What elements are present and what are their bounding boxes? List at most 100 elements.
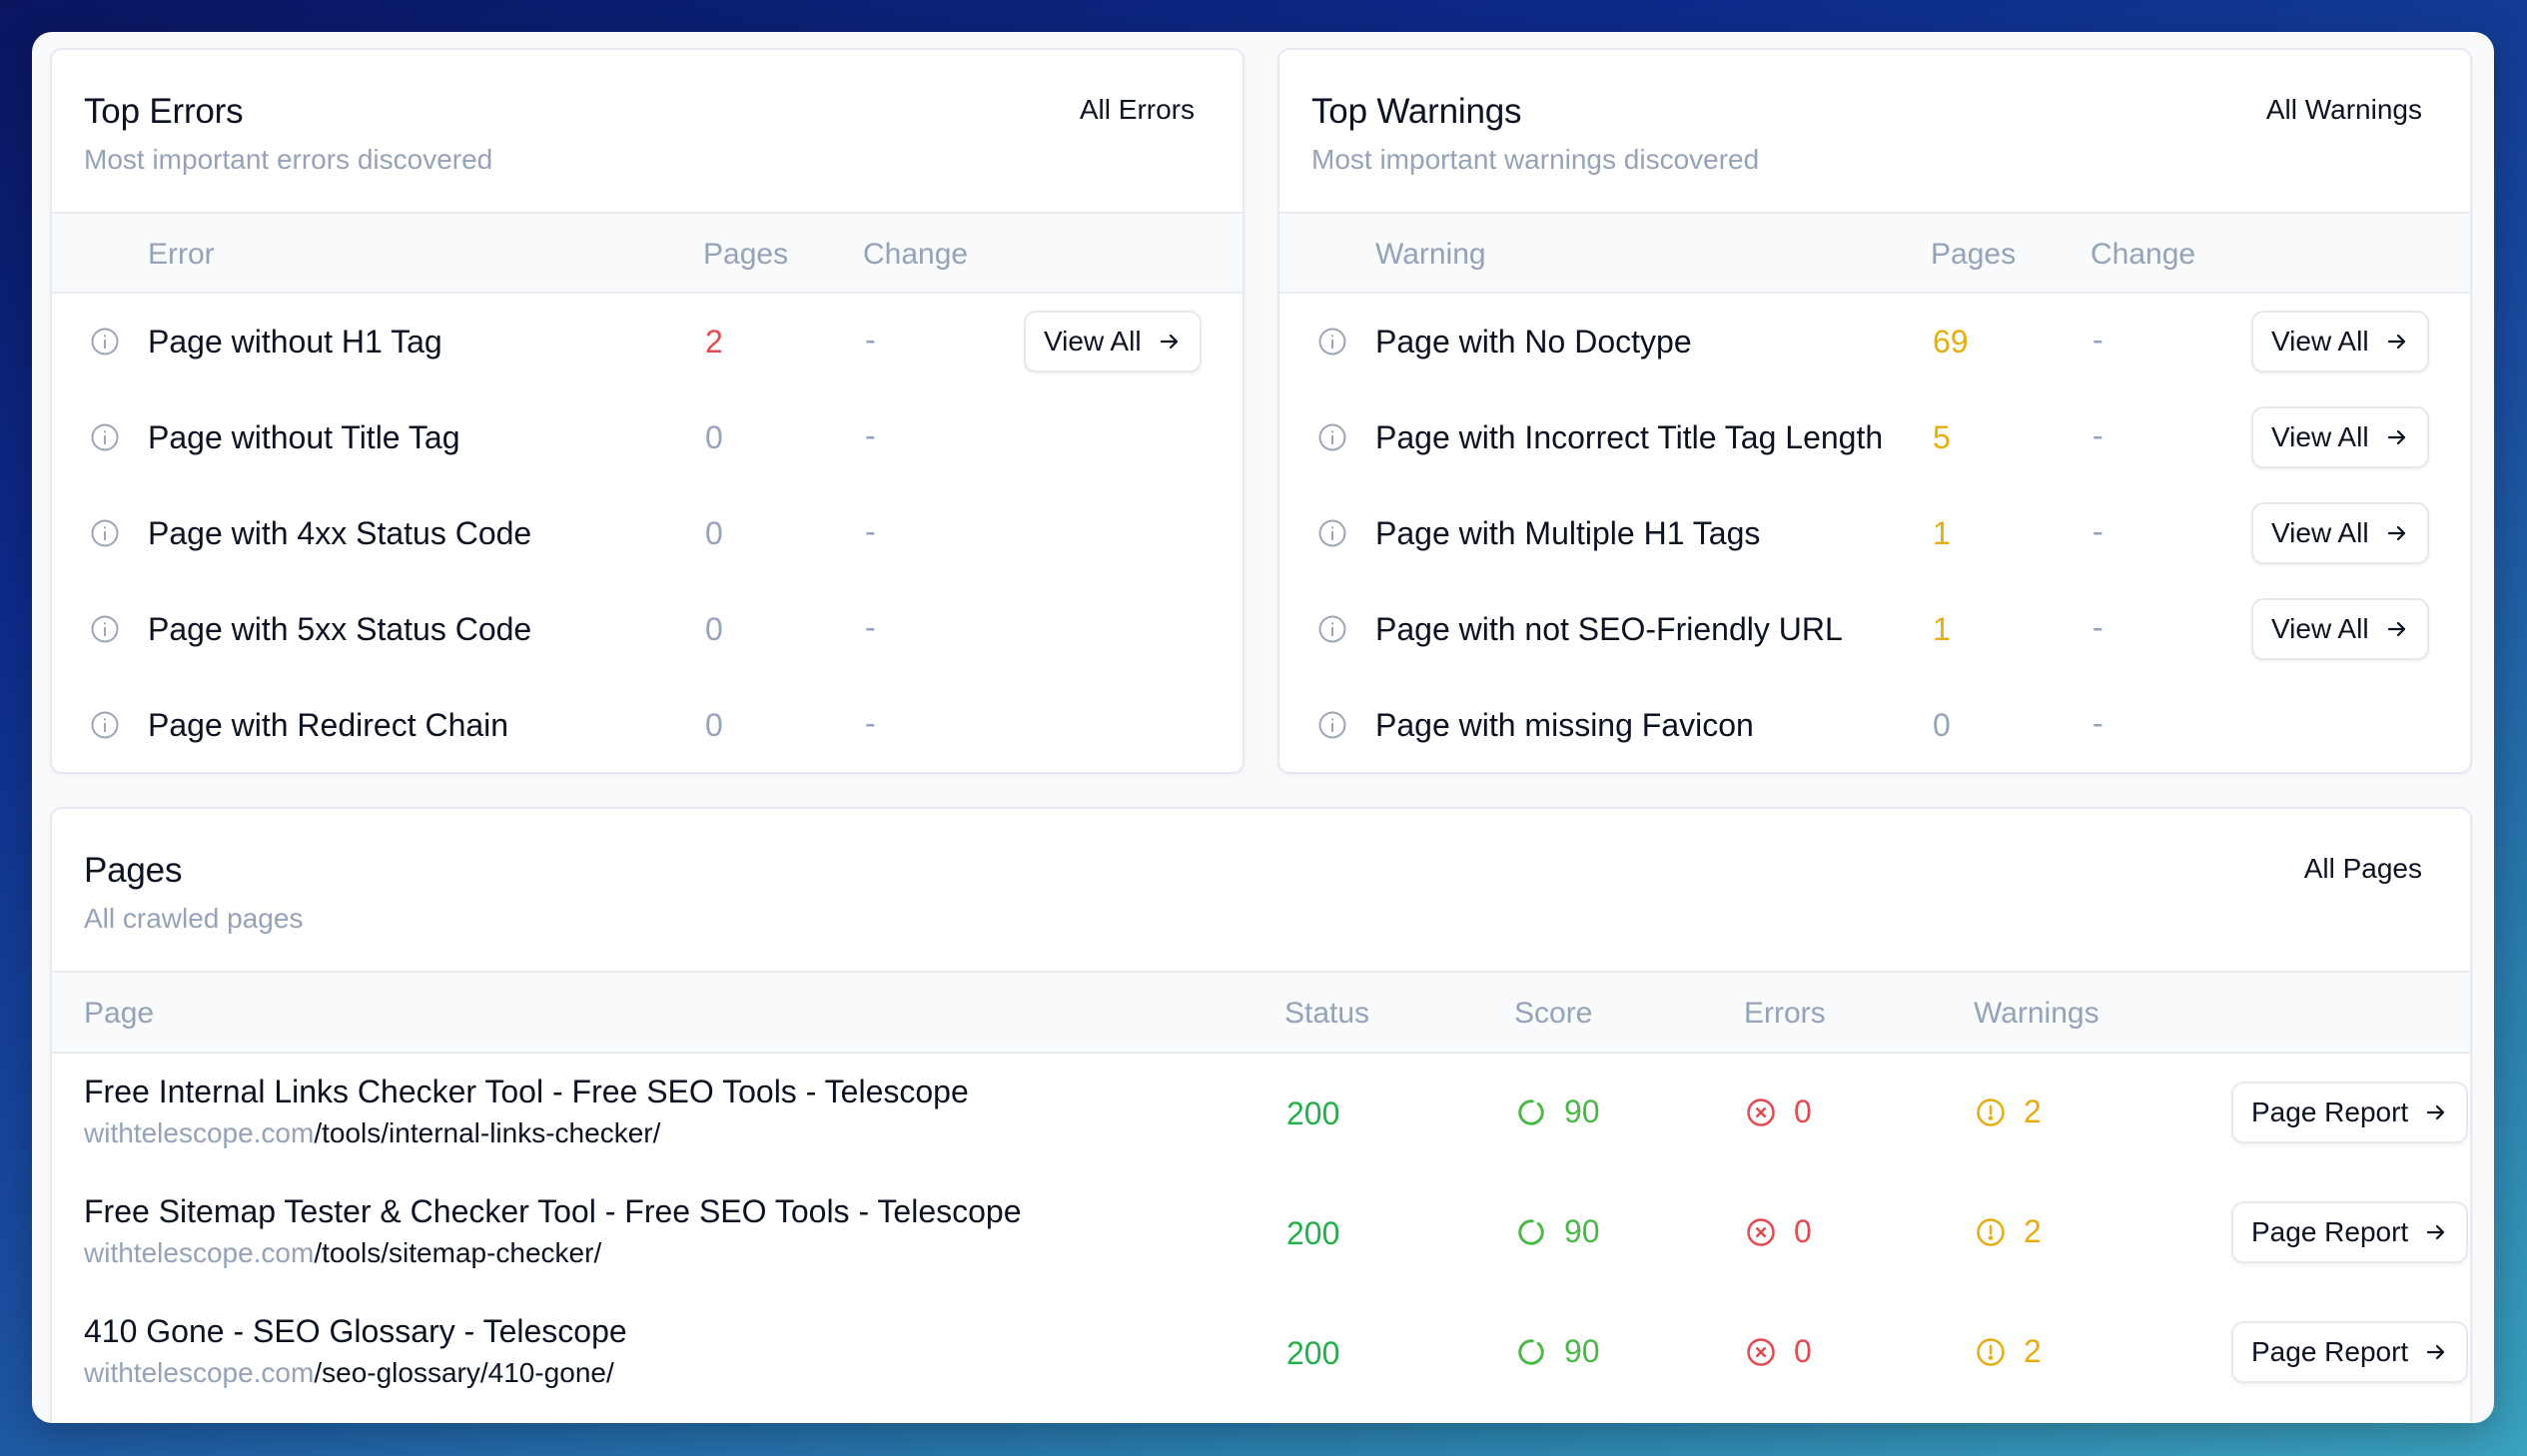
column-header-change: Change	[863, 238, 969, 271]
change-value: -	[865, 417, 876, 453]
issue-label: Page with Incorrect Title Tag Length	[1375, 419, 1884, 455]
pages-panel: Pages All crawled pages All Pages Page S…	[50, 807, 2472, 1423]
table-row: Page with missing Favicon 0 -	[1279, 677, 2470, 772]
x-circle-icon	[1746, 1217, 1776, 1247]
table-row: Page with Multiple H1 Tags 1 - View All	[1279, 485, 2470, 581]
errors-cell: 0	[1746, 1213, 1812, 1250]
errors-count: 0	[1794, 1213, 1812, 1249]
pages-count: 2	[705, 324, 723, 360]
column-header-pages: Pages	[703, 238, 789, 271]
page-report-button[interactable]: Page Report	[2231, 1321, 2469, 1383]
button-label: Page Report	[2251, 1216, 2409, 1247]
info-icon[interactable]	[90, 327, 120, 357]
table-row: Page without H1 Tag 2 - View All	[52, 294, 1243, 389]
panel-subtitle: Most important warnings discovered	[1311, 144, 1760, 175]
arrow-right-icon	[2424, 1340, 2448, 1364]
table-row: 410 Gone - SEO Glossary - Telescope witht…	[52, 1293, 2470, 1413]
info-icon[interactable]	[1317, 614, 1347, 644]
status-code: 200	[1286, 1095, 1340, 1131]
view-all-button[interactable]: View All	[1024, 311, 1202, 372]
change-value: -	[865, 513, 876, 549]
info-icon[interactable]	[90, 518, 120, 548]
panel-title: Pages	[84, 851, 183, 890]
pages-count: 0	[705, 707, 723, 743]
info-icon[interactable]	[1317, 327, 1347, 357]
issue-label: Page without H1 Tag	[148, 324, 442, 360]
all-warnings-link[interactable]: All Warnings	[2266, 94, 2422, 126]
page-title-link[interactable]: 410 Gone - SEO Glossary - Telescope	[84, 1313, 627, 1350]
panel-header: Top Errors Most important errors discove…	[52, 50, 1243, 212]
alert-circle-icon	[1976, 1097, 2006, 1127]
issue-label: Page without Title Tag	[148, 419, 460, 455]
change-value: -	[2093, 513, 2104, 549]
score-value: 90	[1564, 1213, 1600, 1249]
change-value: -	[2093, 609, 2104, 645]
table-header: Warning Pages Change	[1279, 212, 2470, 294]
status-code: 200	[1286, 1215, 1340, 1251]
page-url[interactable]: withtelescope.com/seo-glossary/410-gone/	[84, 1357, 614, 1389]
change-value: -	[2093, 417, 2104, 453]
table-row: Free Sitemap Tester & Checker Tool - Fre…	[52, 1173, 2470, 1293]
issue-label: Page with Multiple H1 Tags	[1375, 515, 1761, 551]
panel-subtitle: Most important errors discovered	[84, 144, 493, 175]
url-host: withtelescope.com	[84, 1357, 315, 1388]
url-path: /seo-glossary/410-gone/	[314, 1357, 614, 1388]
page-report-button[interactable]: Page Report	[2231, 1082, 2469, 1143]
change-value: -	[865, 322, 876, 358]
table-row: Page with 5xx Status Code 0 -	[52, 581, 1243, 677]
errors-count: 0	[1794, 1093, 1812, 1129]
issue-label: Page with No Doctype	[1375, 324, 1692, 360]
arrow-right-icon	[2385, 617, 2409, 641]
score-cell: 90	[1516, 1333, 1600, 1370]
view-all-button[interactable]: View All	[2251, 311, 2429, 372]
info-icon[interactable]	[1317, 710, 1347, 740]
all-pages-link[interactable]: All Pages	[2304, 853, 2422, 885]
dashboard-shell: Top Errors Most important errors discove…	[32, 32, 2494, 1423]
info-icon[interactable]	[90, 422, 120, 452]
url-path: /tools/internal-links-checker/	[314, 1117, 661, 1148]
pages-count: 69	[1933, 324, 1969, 360]
arrow-right-icon	[2385, 521, 2409, 545]
alert-circle-icon	[1976, 1217, 2006, 1247]
url-path: /tools/sitemap-checker/	[314, 1237, 602, 1268]
column-header-warning: Warning	[1375, 238, 1486, 271]
top-errors-panel: Top Errors Most important errors discove…	[50, 48, 1245, 774]
issue-label: Page with missing Favicon	[1375, 707, 1754, 743]
page-report-button[interactable]: Page Report	[2231, 1201, 2469, 1263]
pages-count: 1	[1933, 515, 1951, 551]
view-all-button[interactable]: View All	[2251, 406, 2429, 468]
warnings-count: 2	[2024, 1213, 2042, 1249]
panel-header: Top Warnings Most important warnings dis…	[1279, 50, 2470, 212]
column-header-warnings: Warnings	[1974, 997, 2100, 1030]
view-all-button[interactable]: View All	[2251, 502, 2429, 564]
warnings-list: Page with No Doctype 69- View All Page with…	[1279, 294, 2470, 772]
all-errors-link[interactable]: All Errors	[1080, 94, 1195, 126]
change-value: -	[865, 609, 876, 645]
warnings-count: 2	[2024, 1093, 2042, 1129]
view-all-button[interactable]: View All	[2251, 598, 2429, 660]
table-row: Page with not SEO-Friendly URL 1 - View All	[1279, 581, 2470, 677]
page-url[interactable]: withtelescope.com/tools/internal-links-c…	[84, 1117, 660, 1149]
info-icon[interactable]	[1317, 422, 1347, 452]
warnings-cell: 2	[1976, 1213, 2042, 1250]
button-label: View All	[2271, 613, 2369, 644]
issue-label: Page with Redirect Chain	[148, 707, 509, 743]
pages-count: 0	[1933, 707, 1951, 743]
change-value: -	[2093, 322, 2104, 358]
page-url[interactable]: withtelescope.com/tools/sitemap-checker/	[84, 1237, 601, 1269]
button-label: View All	[2271, 421, 2369, 452]
button-label: Page Report	[2251, 1096, 2409, 1127]
info-icon[interactable]	[1317, 518, 1347, 548]
x-circle-icon	[1746, 1097, 1776, 1127]
change-value: -	[865, 705, 876, 741]
score-value: 90	[1564, 1093, 1600, 1129]
column-header-error: Error	[148, 238, 215, 271]
page-title-link[interactable]: Free Internal Links Checker Tool - Free …	[84, 1074, 969, 1110]
info-icon[interactable]	[90, 614, 120, 644]
info-icon[interactable]	[90, 710, 120, 740]
score-ring-icon	[1516, 1217, 1546, 1247]
table-row: Page with No Doctype 69 - View All	[1279, 294, 2470, 389]
table-row: Page with Incorrect Title Tag Length 5 - Vi…	[1279, 389, 2470, 485]
pages-count: 0	[705, 419, 723, 455]
page-title-link[interactable]: Free Sitemap Tester & Checker Tool - Fre…	[84, 1193, 1022, 1230]
